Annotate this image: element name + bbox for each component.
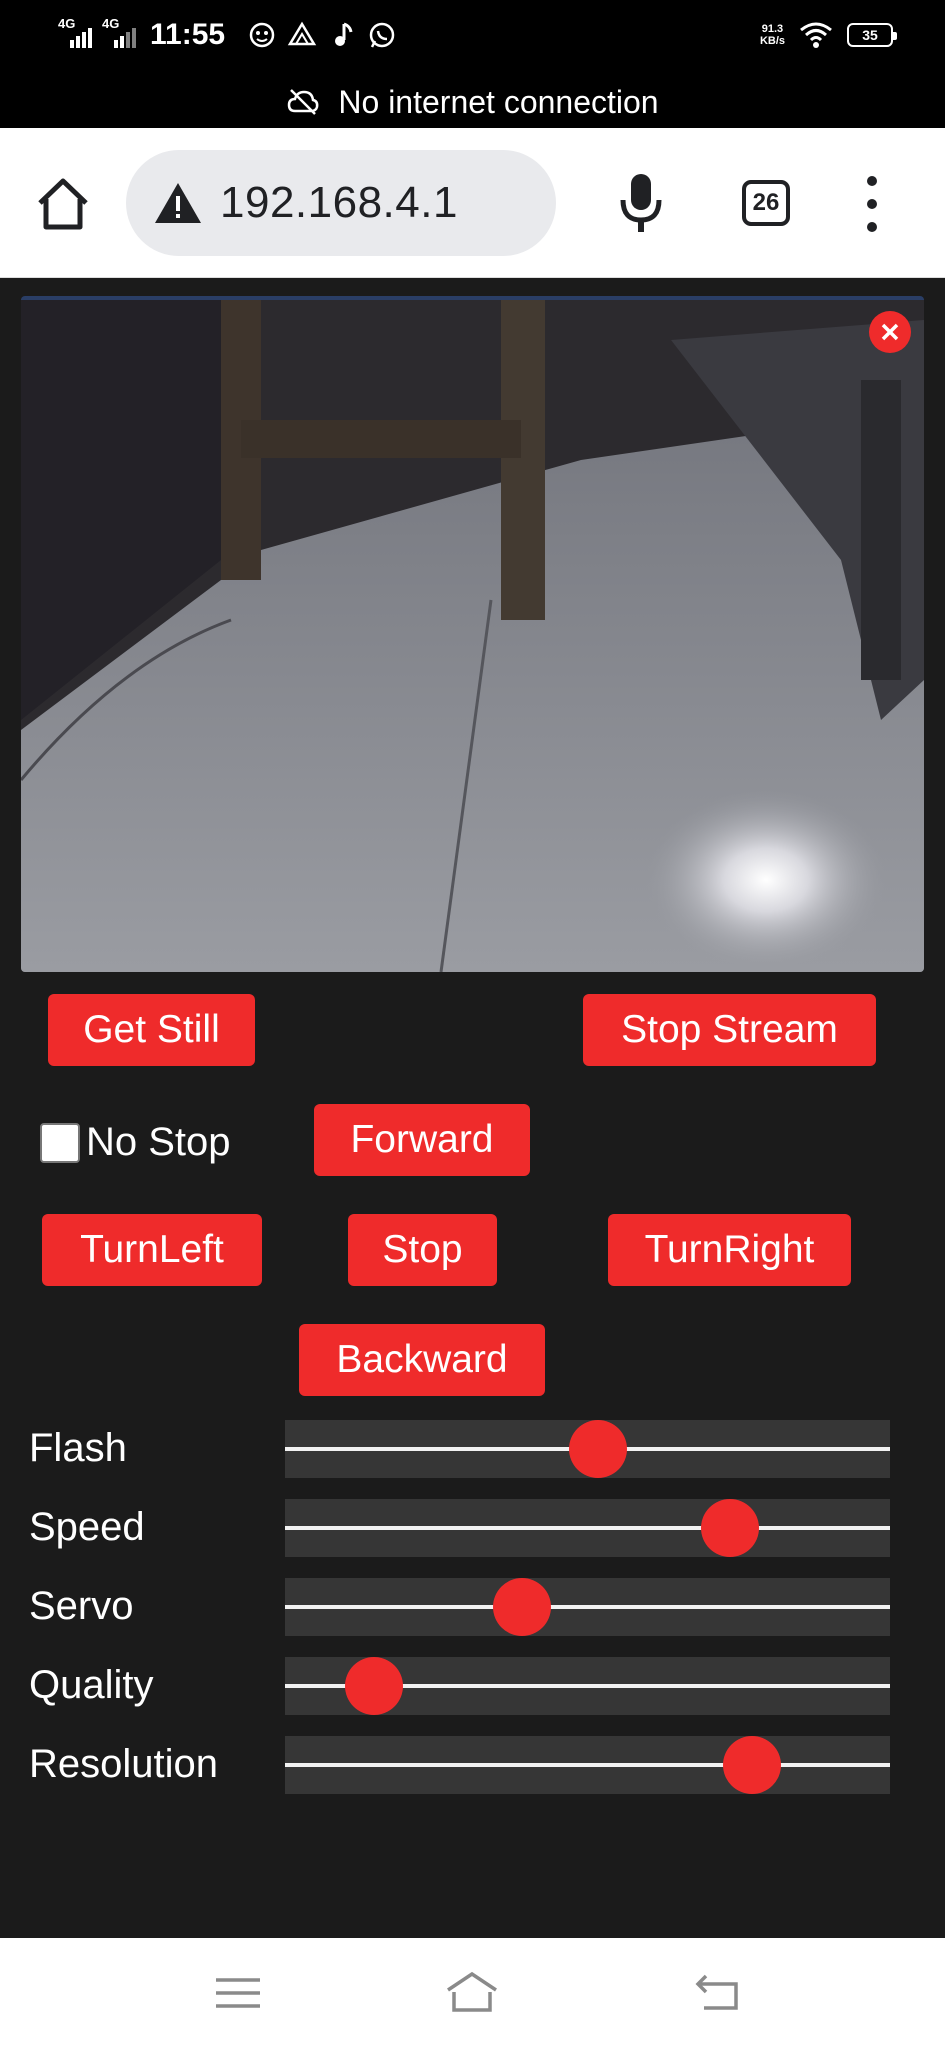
url-text[interactable]: 192.168.4.1: [220, 178, 458, 228]
camera-stream: [21, 296, 924, 972]
signal-1-label: 4G: [58, 16, 76, 31]
signal-1-icon: 4G: [58, 16, 92, 48]
quality-slider-row: Quality: [0, 1657, 945, 1717]
connection-banner-text: No internet connection: [338, 83, 659, 120]
speed-label: Speed: [29, 1505, 145, 1549]
clock: 11:55: [150, 18, 226, 51]
quality-label: Quality: [29, 1663, 154, 1707]
quality-slider[interactable]: [285, 1657, 890, 1715]
servo-label: Servo: [29, 1584, 134, 1628]
status-bar: 4G 4G 11:55 91.3 KB/s 35: [0, 0, 945, 76]
speed-slider-row: Speed: [0, 1499, 945, 1559]
get-still-button[interactable]: Get Still: [48, 994, 255, 1066]
resolution-slider[interactable]: [285, 1736, 890, 1794]
battery-indicator: 35: [847, 23, 897, 47]
close-icon: [881, 323, 899, 341]
network-speed-value: 91.3: [761, 23, 784, 35]
servo-slider-thumb[interactable]: [492, 1578, 551, 1636]
whatsapp-icon: [369, 22, 395, 48]
close-stream-button[interactable]: [869, 311, 911, 353]
back-icon[interactable]: [692, 1968, 748, 2018]
backward-button[interactable]: Backward: [299, 1324, 545, 1396]
resolution-label: Resolution: [29, 1742, 219, 1786]
browser-toolbar: 192.168.4.1 26: [0, 128, 945, 278]
speed-slider[interactable]: [285, 1499, 890, 1557]
signal-2-icon: 4G: [102, 16, 136, 48]
no-stop-label: No Stop: [86, 1120, 231, 1164]
resolution-slider-thumb[interactable]: [722, 1736, 781, 1794]
speed-slider-thumb[interactable]: [700, 1499, 759, 1557]
network-speed: 91.3 KB/s: [760, 23, 785, 47]
connection-banner: No internet connection: [0, 76, 945, 128]
no-stop-checkbox[interactable]: [40, 1122, 80, 1163]
status-right: 91.3 KB/s 35: [760, 20, 897, 50]
face-notification-icon: [249, 22, 275, 48]
stop-stream-button[interactable]: Stop Stream: [583, 994, 876, 1066]
mic-icon[interactable]: [616, 172, 666, 234]
drive-icon: [287, 21, 317, 46]
stop-button[interactable]: Stop: [348, 1214, 497, 1286]
address-bar[interactable]: 192.168.4.1: [126, 150, 556, 256]
home-icon[interactable]: [34, 175, 92, 233]
flash-slider[interactable]: [285, 1420, 890, 1478]
cloud-off-icon: [288, 89, 319, 115]
music-icon: [335, 22, 353, 46]
recents-menu-icon[interactable]: [210, 1968, 266, 2018]
system-nav-bar: [0, 1938, 945, 2048]
quality-slider-thumb[interactable]: [345, 1657, 404, 1715]
tab-switcher[interactable]: 26: [742, 180, 790, 226]
warning-icon[interactable]: [154, 181, 202, 225]
turn-left-button[interactable]: TurnLeft: [42, 1214, 262, 1286]
home-nav-icon[interactable]: [444, 1968, 500, 2018]
menu-icon[interactable]: [860, 176, 884, 232]
signal-2-label: 4G: [102, 16, 120, 31]
network-speed-unit: KB/s: [759, 35, 785, 47]
servo-slider[interactable]: [285, 1578, 890, 1636]
flash-label: Flash: [29, 1426, 127, 1470]
flash-slider-row: Flash: [0, 1420, 945, 1480]
forward-button[interactable]: Forward: [314, 1104, 530, 1176]
status-left: 4G 4G 11:55: [58, 16, 397, 52]
camera-image: [21, 300, 924, 972]
flash-slider-thumb[interactable]: [569, 1420, 628, 1478]
no-stop-option[interactable]: No Stop: [40, 1120, 231, 1165]
servo-slider-row: Servo: [0, 1578, 945, 1638]
resolution-slider-row: Resolution: [0, 1736, 945, 1796]
wifi-icon: [800, 22, 832, 48]
turn-right-button[interactable]: TurnRight: [608, 1214, 851, 1286]
